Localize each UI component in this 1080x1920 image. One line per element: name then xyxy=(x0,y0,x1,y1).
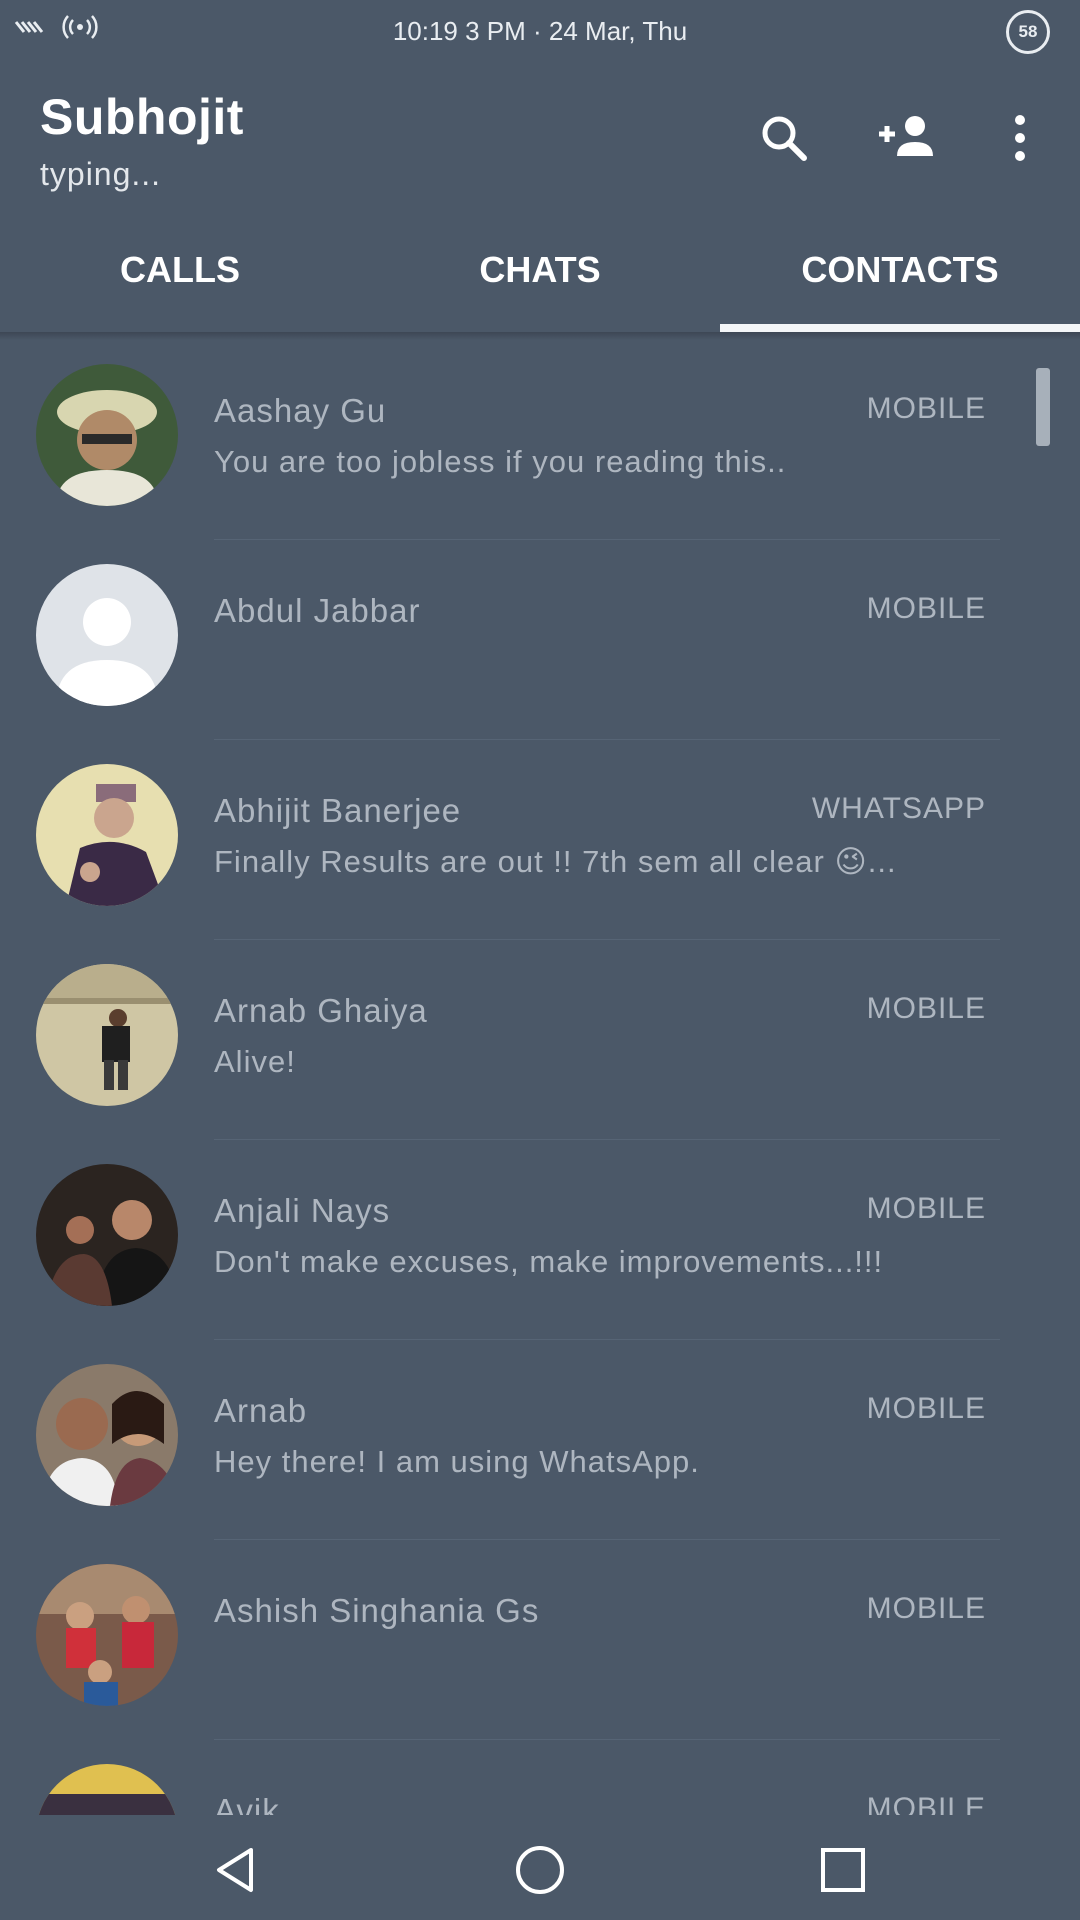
tab-bar: CALLS CHATS CONTACTS xyxy=(0,210,1080,330)
battery-badge: 58 xyxy=(1006,10,1050,54)
recents-icon xyxy=(821,1848,865,1892)
home-icon xyxy=(516,1846,564,1894)
avatar[interactable] xyxy=(36,364,178,506)
contact-row[interactable]: Abdul Jabbar MOBILE xyxy=(0,540,1080,740)
contact-list[interactable]: Aashay Gu MOBILE You are too jobless if … xyxy=(0,340,1080,1815)
contact-status: Alive! xyxy=(214,1044,296,1079)
contact-status: Hey there! I am using WhatsApp. xyxy=(214,1444,700,1479)
search-button[interactable] xyxy=(752,106,816,170)
contact-status: Finally Results are out !! 7th sem all c… xyxy=(214,844,897,879)
contact-type: MOBILE xyxy=(866,392,986,425)
scrollbar[interactable] xyxy=(1036,368,1050,446)
contact-status: You are too jobless if you reading this.… xyxy=(214,444,787,479)
home-button[interactable] xyxy=(505,1835,575,1905)
contact-type: MOBILE xyxy=(866,1392,986,1425)
contact-name: Ashish Singhania Gs xyxy=(214,1592,540,1629)
typing-status: typing... xyxy=(40,156,162,192)
contact-title[interactable]: Subhojit xyxy=(40,88,244,146)
contact-type: MOBILE xyxy=(866,992,986,1025)
contact-type: MOBILE xyxy=(866,1592,986,1625)
contact-row[interactable]: Ashish Singhania Gs MOBILE xyxy=(0,1540,1080,1740)
avatar[interactable] xyxy=(36,964,178,1106)
more-options-button[interactable] xyxy=(988,106,1052,170)
toolbar: Subhojit typing... xyxy=(0,60,1080,210)
contact-type: MOBILE xyxy=(866,1192,986,1225)
contact-status: Don't make excuses, make improvements...… xyxy=(214,1244,884,1279)
contact-row[interactable]: Arnab Ghaiya MOBILE Alive! xyxy=(0,940,1080,1140)
contact-name: Abhijit Banerjee xyxy=(214,792,462,829)
tab-shadow xyxy=(0,332,1080,340)
status-time: 10:19 3 PM · 24 Mar, Thu xyxy=(392,16,688,46)
more-vert-icon xyxy=(1015,115,1025,161)
contact-name: Avik xyxy=(214,1792,280,1815)
contact-row[interactable]: Avik MOBILE xyxy=(0,1740,1080,1815)
contact-row[interactable]: Aashay Gu MOBILE You are too jobless if … xyxy=(0,340,1080,540)
navigation-bar xyxy=(0,1815,1080,1920)
contact-type: MOBILE xyxy=(866,592,986,625)
status-bar: 10:19 3 PM · 24 Mar, Thu 58 xyxy=(0,0,1080,60)
contact-name: Arnab xyxy=(214,1392,308,1429)
avatar[interactable] xyxy=(36,764,178,906)
tab-indicator xyxy=(720,324,1080,332)
avatar[interactable] xyxy=(36,1564,178,1706)
tab-calls[interactable]: CALLS xyxy=(0,210,360,330)
add-contact-button[interactable] xyxy=(876,106,940,170)
tab-contacts[interactable]: CONTACTS xyxy=(720,210,1080,330)
avatar[interactable] xyxy=(36,1364,178,1506)
contact-name: Arnab Ghaiya xyxy=(214,992,428,1029)
default-avatar-icon xyxy=(36,564,178,706)
back-button[interactable] xyxy=(200,1835,270,1905)
recents-button[interactable] xyxy=(808,1835,878,1905)
tab-chats[interactable]: CHATS xyxy=(360,210,720,330)
add-contact-icon xyxy=(879,116,933,156)
contact-row[interactable]: Anjali Nays MOBILE Don't make excuses, m… xyxy=(0,1140,1080,1340)
contact-type: WHATSAPP xyxy=(811,792,986,825)
contact-name: Anjali Nays xyxy=(214,1192,391,1229)
search-icon xyxy=(762,116,807,161)
contact-row[interactable]: Arnab MOBILE Hey there! I am using Whats… xyxy=(0,1340,1080,1540)
avatar[interactable] xyxy=(36,564,178,706)
avatar[interactable] xyxy=(36,1164,178,1306)
avatar[interactable] xyxy=(36,1764,178,1815)
contact-type: MOBILE xyxy=(866,1792,986,1815)
contact-row[interactable]: Abhijit Banerjee WHATSAPP Finally Result… xyxy=(0,740,1080,940)
back-icon xyxy=(217,1848,253,1892)
contact-name: Aashay Gu xyxy=(214,392,387,429)
contact-name: Abdul Jabbar xyxy=(214,592,421,629)
